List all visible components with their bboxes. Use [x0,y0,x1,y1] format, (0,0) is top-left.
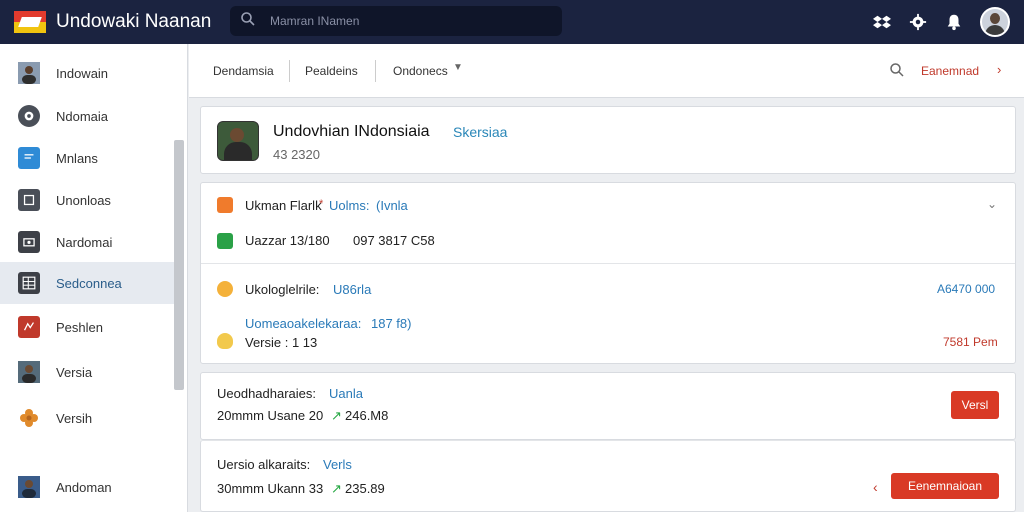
sidebar-item-versih[interactable]: Versih [0,397,174,439]
detail-label: Uazzar 13/180 [245,233,330,248]
gear-icon [18,105,40,127]
detail-value: 187 f8) [371,316,412,331]
detail-value: U86rla [333,282,372,297]
top-bar: Undowaki Naanan [0,0,1024,44]
profile-avatar [217,121,259,161]
sidebar-scrollbar[interactable] [174,140,184,390]
sidebar-item-label: Peshlen [56,319,103,335]
user-photo-icon [18,62,40,84]
tab-ondonecs[interactable]: Ondonecs [393,64,448,78]
flower-icon [18,407,40,429]
box-icon [18,189,40,211]
sidebar: Indowain Ndomaia Mnlans Unonloas Nardoma… [0,44,188,512]
sidebar-item-mnlans[interactable]: Mnlans [0,137,174,179]
wallet-icon [217,233,233,249]
detail-value: (Ivnla [376,198,408,213]
profile-tag[interactable]: Skersiaa [453,124,507,140]
chat-icon [18,147,40,169]
sidebar-item-label: Nardomai [56,234,113,250]
transaction-amount: 246.M8 [345,408,389,423]
sidebar-item-label: Sedconnea [56,275,122,291]
divider [201,263,1015,264]
sidebar-item-label: Versia [56,364,93,380]
chevron-down-icon[interactable]: ▼ [453,62,463,73]
sidebar-item-indowain[interactable]: Indowain [0,52,174,94]
tab-pealdeins[interactable]: Pealdeins [305,64,358,78]
chevron-right-icon[interactable]: › [997,62,1001,77]
transaction-line: 20mmm Usane 20 [217,408,324,423]
top-icons [872,4,1010,40]
gear-icon[interactable] [908,12,928,32]
detail-mid: Uolms: [329,198,370,213]
transaction-tag: Verls [323,457,352,472]
transaction-tag: Uanla [329,386,363,401]
chevron-down-icon[interactable]: ⌄ [987,197,997,211]
sidebar-item-label: Indowain [56,65,109,81]
detail-label: Versie : 1 13 [245,335,318,350]
search-input[interactable] [270,14,550,28]
tab-dendamsia[interactable]: Dendamsia [213,64,274,78]
tab-divider [289,60,290,82]
warning-mark: * [319,198,324,210]
detail-right-value: 7581 Pem [943,335,998,349]
badge-icon [217,281,233,297]
chart-icon [18,316,40,338]
detail-label: Ukologlelrile: [245,282,320,297]
user-avatar[interactable] [980,7,1010,37]
chevron-left-icon[interactable]: ‹ [873,479,878,495]
profile-subtitle: 43 2320 [273,147,320,162]
user-photo-icon [18,476,40,498]
detail-value: 097 3817 C58 [353,233,435,248]
sidebar-item-versia[interactable]: Versia [0,351,174,393]
camera-icon [18,231,40,253]
search-box[interactable] [230,6,562,36]
pear-icon [217,333,233,349]
transaction-label: Uersio alkaraits: [217,457,311,472]
bell-icon[interactable] [944,12,964,32]
transaction-line: 30mmm Ukann 33 [217,481,324,496]
transaction-button[interactable]: Eenemnaioan [891,473,999,499]
table-icon [18,272,40,294]
transaction-label: Ueodhadharaies: [217,386,317,401]
transaction-amount: 235.89 [345,481,385,496]
arrow-icon: ↗ [331,481,342,496]
detail-label: Uomeaoakelekaraa: [245,316,362,331]
detail-right-value: A6470 000 [937,282,996,296]
app-title: Undowaki Naanan [56,11,212,32]
sidebar-item-andoman[interactable]: Andoman [0,466,174,508]
sidebar-item-label: Andoman [56,479,112,495]
search-icon [240,11,256,32]
header-link[interactable]: Eanemnad [921,64,979,78]
sidebar-item-label: Ndomaia [56,108,109,124]
search-icon[interactable] [889,62,905,78]
transaction-button[interactable]: Versl [951,391,999,419]
transaction-card: Ueodhadharaies: Uanla 20mmm Usane 20 ↗ 2… [200,372,1016,440]
profile-card: Undovhian INdonsiaia Skersiaa 43 2320 [200,106,1016,174]
arrow-icon: ↗ [331,408,342,423]
briefcase-icon [217,197,233,213]
sidebar-item-label: Versih [56,410,93,426]
user-photo-icon [18,361,40,383]
sidebar-item-unonloas[interactable]: Unonloas [0,179,174,221]
sidebar-item-sedconnea[interactable]: Sedconnea [0,262,174,304]
details-card: Ukman Flarlk * Uolms: (Ivnla ⌄ Uazzar 13… [200,182,1016,364]
profile-name: Undovhian INdonsiaia [273,123,430,140]
tab-bar: Dendamsia Pealdeins Ondonecs ▼ Eanemnad … [189,44,1024,98]
dropbox-icon[interactable] [872,12,892,32]
sidebar-item-label: Unonloas [56,192,111,208]
sidebar-item-label: Mnlans [56,150,98,166]
transaction-card: Uersio alkaraits: Verls 30mmm Ukann 33 ↗… [200,440,1016,512]
sidebar-item-nardomai[interactable]: Nardomai [0,221,174,263]
detail-label: Ukman Flarlk [245,198,322,213]
app-logo[interactable] [14,11,46,33]
tab-divider [375,60,376,82]
sidebar-item-ndomaia[interactable]: Ndomaia [0,95,174,137]
sidebar-item-peshlen[interactable]: Peshlen [0,306,174,348]
